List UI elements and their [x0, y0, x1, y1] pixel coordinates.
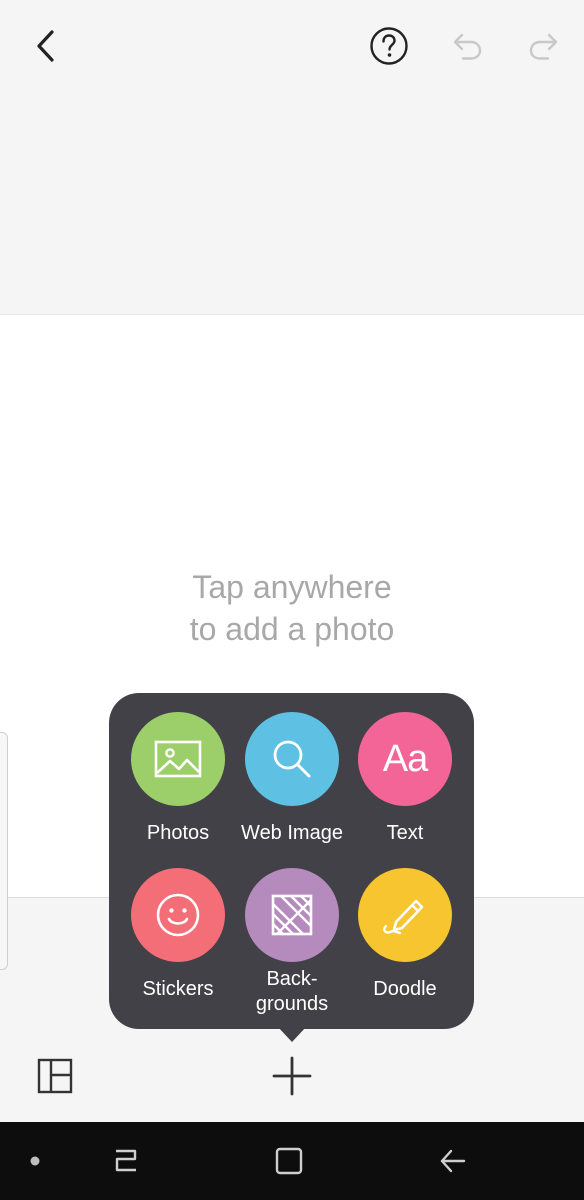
home-icon — [275, 1147, 303, 1175]
doodle-circle — [358, 868, 452, 962]
text-label: Text — [386, 822, 424, 844]
hint-line-2: to add a photo — [189, 611, 395, 647]
side-drawer-handle[interactable] — [0, 732, 8, 970]
photos-label: Photos — [146, 822, 210, 844]
pencil-icon — [383, 899, 424, 935]
text-aa-icon: Aa — [382, 738, 428, 780]
stickers-circle — [131, 868, 225, 962]
backgrounds-label-line-1: Back- — [266, 968, 318, 990]
backgrounds-label-line-2: grounds — [255, 993, 329, 1015]
system-navigation-bar — [0, 1122, 584, 1200]
web-image-button[interactable]: Web Image — [235, 712, 349, 846]
backgrounds-circle — [245, 868, 339, 962]
stickers-button[interactable]: Stickers — [121, 868, 235, 1002]
web-image-label: Web Image — [241, 822, 343, 844]
back-arrow-icon — [37, 30, 54, 62]
canvas-hint: Tap anywhere to add a photo — [0, 566, 584, 650]
add-menu-popup: Photos Web Image Aa Text Stickers Back- … — [109, 693, 474, 1029]
undo-button[interactable] — [439, 18, 495, 74]
doodle-button[interactable]: Doodle — [348, 868, 462, 1002]
layout-button[interactable] — [27, 1048, 83, 1104]
backgrounds-label: Back- grounds — [235, 967, 349, 1017]
text-circle: Aa — [358, 712, 452, 806]
home-button[interactable] — [261, 1134, 317, 1188]
doodle-label: Doodle — [373, 978, 437, 1000]
recent-apps-button[interactable] — [98, 1134, 154, 1188]
help-icon — [370, 27, 408, 65]
top-toolbar — [0, 0, 584, 92]
stickers-label: Stickers — [142, 978, 214, 1000]
layout-grid-icon — [37, 1058, 73, 1094]
undo-icon — [453, 33, 482, 60]
photos-circle — [131, 712, 225, 806]
recent-apps-icon — [115, 1149, 137, 1172]
background-pattern-icon — [271, 894, 313, 936]
system-back-button[interactable] — [425, 1134, 481, 1188]
text-button[interactable]: Aa Text — [348, 712, 462, 846]
back-icon — [440, 1149, 466, 1173]
backgrounds-button[interactable]: Back- grounds — [235, 868, 349, 1017]
nav-dot-button[interactable] — [7, 1134, 63, 1188]
add-button[interactable] — [264, 1048, 320, 1104]
web-image-circle — [245, 712, 339, 806]
search-icon — [273, 740, 311, 778]
redo-button[interactable] — [516, 18, 572, 74]
smiley-icon — [156, 893, 200, 937]
help-button[interactable] — [361, 18, 417, 74]
back-button[interactable] — [18, 18, 74, 74]
hint-line-1: Tap anywhere — [192, 569, 392, 605]
add-icon — [272, 1056, 312, 1096]
redo-icon — [529, 33, 558, 60]
bottom-toolbar — [0, 1030, 584, 1122]
photos-button[interactable]: Photos — [121, 712, 235, 846]
nav-dot-icon — [30, 1156, 40, 1166]
image-icon — [154, 740, 202, 778]
